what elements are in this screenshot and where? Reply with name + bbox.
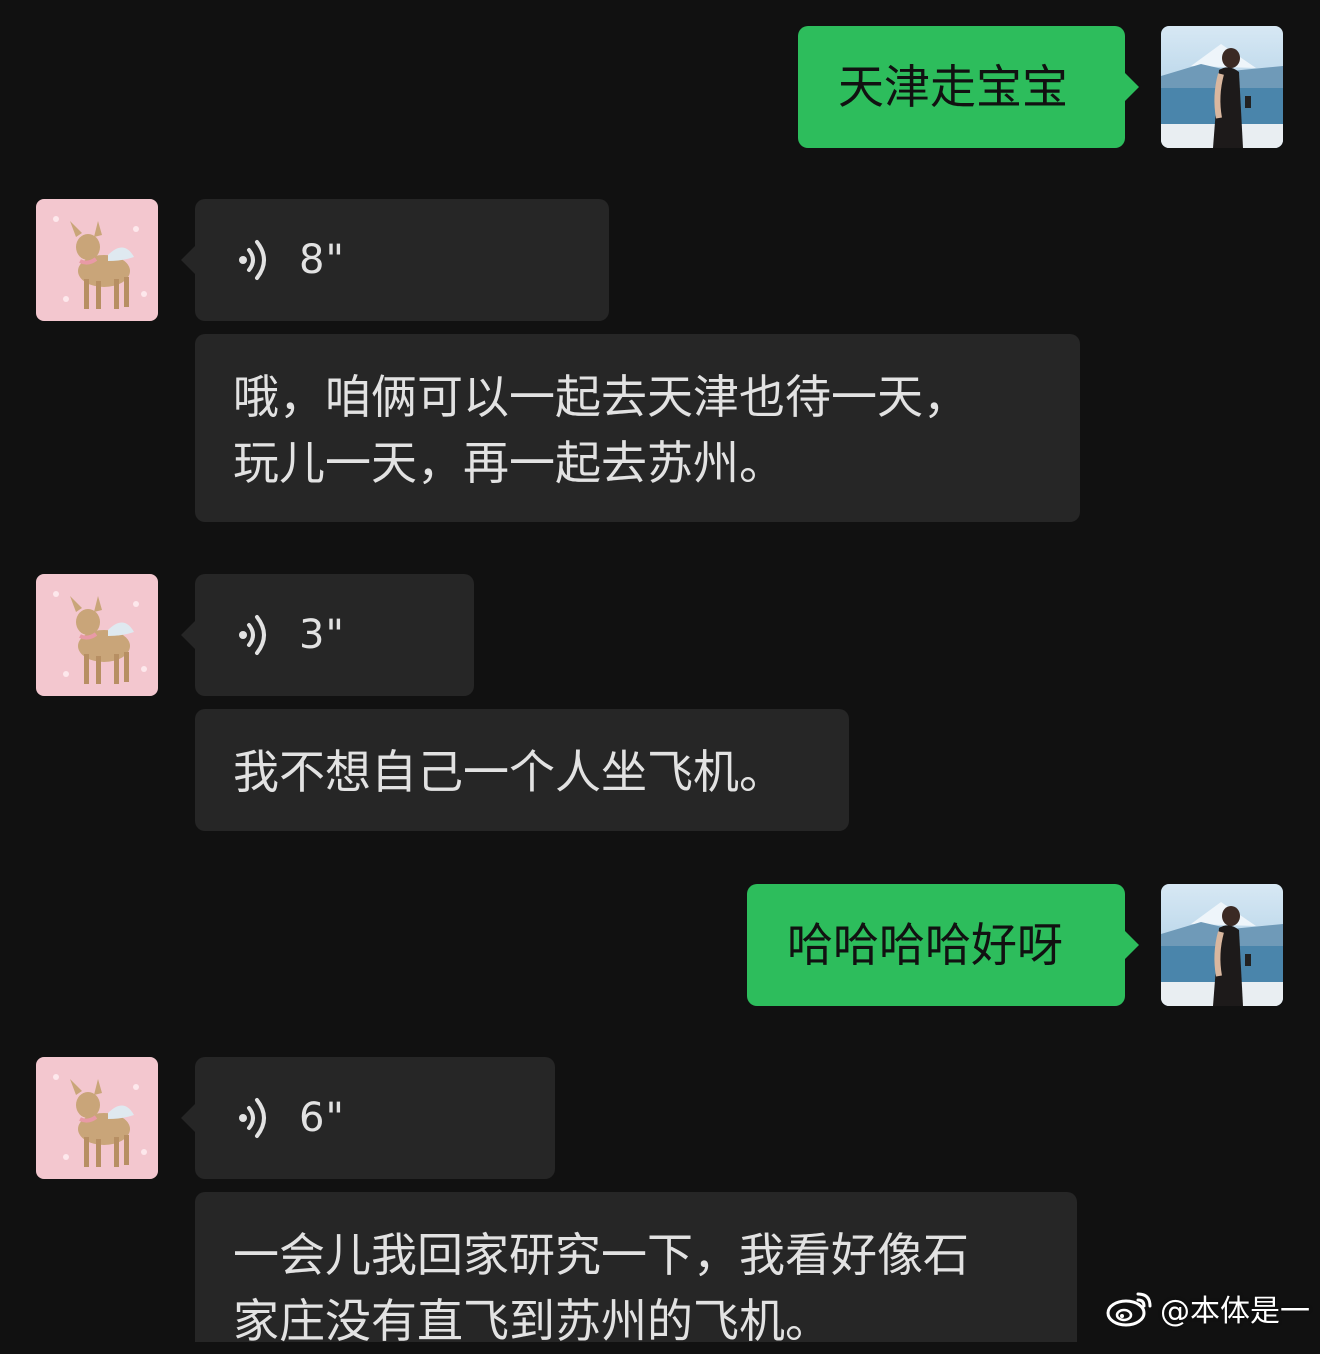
received-message-bubble[interactable]: 哦，咱俩可以一起去天津也待一天， 玩儿一天，再一起去苏州。 [195,334,1080,522]
bubble-tail [1125,73,1139,101]
received-message-bubble[interactable]: 一会儿我回家研究一下，我看好像石 家庄没有直飞到苏州的飞机。 [195,1192,1077,1348]
message-text: 哦，咱俩可以一起去天津也待一天， 玩儿一天，再一起去苏州。 [233,370,969,490]
message-text: 我不想自己一个人坐飞机。 [233,745,785,799]
voice-message-bubble[interactable]: 8" [181,199,609,321]
sent-message-bubble[interactable]: 哈哈哈哈好呀 [747,884,1139,1006]
bubble-tail [1125,931,1139,959]
bubble-tail [181,1104,195,1132]
contact-avatar[interactable] [36,1057,158,1179]
voice-duration: 3" [299,612,345,658]
voice-message-bubble[interactable]: 3" [181,574,474,696]
message-text: 天津走宝宝 [838,60,1068,114]
voice-duration: 6" [299,1095,345,1141]
sent-message-bubble[interactable]: 天津走宝宝 [798,26,1139,148]
my-avatar[interactable] [1161,26,1283,148]
contact-avatar[interactable] [36,199,158,321]
voice-message-bubble[interactable]: 6" [181,1057,555,1179]
voice-wave-icon [239,240,266,280]
watermark-text: @本体是一 [1160,1294,1310,1329]
bubble-tail [181,621,195,649]
weibo-logo-icon [1106,1292,1152,1327]
contact-avatar[interactable] [36,574,158,696]
my-avatar[interactable] [1161,884,1283,1006]
received-message-bubble[interactable]: 我不想自己一个人坐飞机。 [195,709,849,831]
voice-duration: 8" [299,237,345,283]
watermark: @本体是一 [1106,1286,1310,1330]
voice-wave-icon [239,1098,266,1138]
message-text: 一会儿我回家研究一下，我看好像石 家庄没有直飞到苏州的飞机。 [233,1228,969,1348]
message-text: 哈哈哈哈好呀 [787,918,1063,972]
bubble-tail [181,246,195,274]
voice-wave-icon [239,615,266,655]
